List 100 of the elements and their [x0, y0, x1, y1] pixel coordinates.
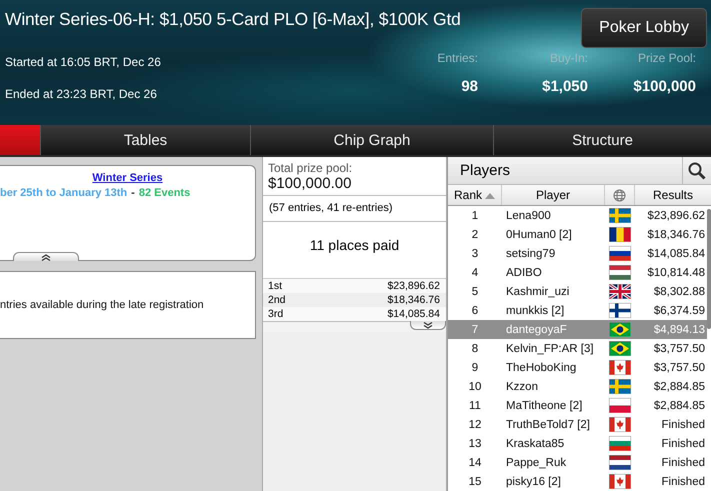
- player-row[interactable]: 9 TheHoboKing $3,757.50: [448, 358, 707, 377]
- double-caret-up-icon: [41, 254, 51, 260]
- stat-value: $1,050: [542, 78, 588, 95]
- double-caret-down-icon: [423, 322, 433, 328]
- result-cell-text: $3,757.50: [652, 342, 706, 354]
- flag-icon: [609, 379, 631, 394]
- player-row[interactable]: 12 TruthBeTold7 [2] Finished: [448, 415, 707, 434]
- player-name: munkkis [2]: [505, 304, 566, 316]
- event-count: 82 Events: [138, 187, 190, 199]
- player-name: TruthBeTold7 [2]: [505, 418, 591, 430]
- collapse-handle[interactable]: [13, 252, 79, 261]
- flag-icon: [609, 436, 631, 451]
- globe-icon: [613, 188, 626, 202]
- places-paid: 11 places paid: [308, 236, 400, 255]
- rank-cell-text: 9: [470, 362, 480, 374]
- player-row[interactable]: 8 Kelvin_FP:AR [3] $3,757.50: [448, 339, 707, 358]
- result-cell-text: $14,085.84: [646, 248, 706, 260]
- series-dates: ber 25th to January 13th: [0, 187, 128, 199]
- player-row[interactable]: 11 MaTitheone [2] $2,884.85: [448, 396, 707, 415]
- start-time: Started at 16:05 BRT, Dec 26: [5, 55, 161, 69]
- player-row[interactable]: 14 Pappe_Ruk Finished: [448, 453, 707, 472]
- tab[interactable]: Tables: [40, 125, 250, 155]
- rank-cell-text: 2: [470, 228, 480, 240]
- result-cell-text: $2,884.85: [652, 400, 706, 412]
- prize-pool-label: Total prize pool:: [268, 161, 354, 175]
- result-cell-text: Finished: [660, 418, 706, 430]
- result-cell-text: $6,374.59: [652, 304, 706, 316]
- results-column-header[interactable]: Results: [635, 185, 711, 205]
- player-name: Kashmir_uzi: [505, 286, 570, 298]
- flag-icon: [609, 303, 631, 318]
- scrollbar[interactable]: [707, 209, 711, 329]
- player-name: Pappe_Ruk: [505, 456, 568, 468]
- player-name: pisky16 [2]: [505, 476, 562, 488]
- place-label: 1st: [268, 280, 282, 292]
- flag-icon: [609, 360, 631, 375]
- result-cell-text: $3,757.50: [652, 362, 706, 374]
- player-name: dantegoyaF: [505, 324, 568, 336]
- result-cell-text: $2,884.85: [652, 380, 706, 392]
- player-row[interactable]: 6 munkkis [2] $6,374.59: [448, 301, 707, 320]
- player-name: MaTitheone [2]: [505, 400, 584, 412]
- player-name: setsing79: [505, 248, 556, 260]
- result-cell-text: $8,302.88: [652, 286, 706, 298]
- place-amount: $14,085.84: [387, 308, 440, 320]
- expand-handle[interactable]: [410, 321, 446, 330]
- place-label: 3rd: [268, 308, 284, 320]
- rank-cell-text: 1: [470, 210, 480, 222]
- flag-icon: [609, 284, 631, 299]
- rank-cell-text: 12: [468, 418, 482, 430]
- stat-label: Prize Pool:: [638, 51, 696, 65]
- sort-ascending-icon: [485, 192, 495, 198]
- series-link[interactable]: Winter Series: [92, 172, 163, 184]
- info-text: ntries available during the late registration: [0, 299, 204, 311]
- player-row[interactable]: 15 pisky16 [2] Finished: [448, 472, 707, 491]
- rank-cell-text: 7: [470, 324, 480, 336]
- flag-icon: [609, 341, 631, 356]
- search-icon: [688, 162, 706, 180]
- player-row[interactable]: 4 ADIBO $10,814.48: [448, 263, 707, 282]
- player-name: Kraskata85: [505, 438, 566, 450]
- stat-label: Entries:: [437, 51, 478, 65]
- tab[interactable]: Chip Graph: [250, 125, 493, 155]
- flag-icon: [609, 322, 631, 337]
- tab[interactable]: Structure: [493, 125, 711, 155]
- players-title: Players: [459, 162, 510, 179]
- player-row[interactable]: 3 setsing79 $14,085.84: [448, 244, 707, 263]
- place-label: 2nd: [268, 294, 286, 306]
- result-cell-text: Finished: [660, 476, 706, 488]
- end-time: Ended at 23:23 BRT, Dec 26: [5, 87, 158, 101]
- prize-pool-total: $100,000.00: [268, 175, 352, 192]
- player-column-header[interactable]: Player: [502, 185, 605, 205]
- rank-column-header[interactable]: Rank: [448, 185, 502, 205]
- player-name: 0Human0 [2]: [505, 228, 573, 240]
- rank-cell-text: 14: [468, 456, 482, 468]
- rank-cell-text: 5: [470, 286, 480, 298]
- place-amount: $18,346.76: [387, 294, 440, 306]
- result-cell-text: $23,896.62: [646, 210, 706, 222]
- rank-cell-text: 4: [470, 266, 480, 278]
- stat-value: $100,000: [633, 78, 696, 95]
- rank-cell-text: 6: [470, 304, 480, 316]
- stat-label: Buy-In:: [550, 51, 588, 65]
- player-name: ADIBO: [505, 266, 543, 278]
- flag-icon: [609, 227, 631, 242]
- player-name: Lena900: [505, 210, 552, 222]
- entries-text: (57 entries, 41 re-entries): [263, 196, 446, 222]
- player-row[interactable]: 13 Kraskata85 Finished: [448, 434, 707, 453]
- player-row[interactable]: 10 Kzzon $2,884.85: [448, 377, 707, 396]
- player-row[interactable]: 1 Lena900 $23,896.62: [448, 206, 707, 225]
- rank-cell-text: 10: [468, 380, 482, 392]
- result-cell-text: Finished: [660, 456, 706, 468]
- flag-icon: [609, 455, 631, 470]
- poker-lobby-button[interactable]: Poker Lobby: [581, 8, 707, 48]
- player-name: Kzzon: [505, 380, 539, 392]
- rank-cell-text: 8: [470, 342, 480, 354]
- result-cell-text: $4,894.13: [652, 324, 706, 336]
- flag-icon: [609, 246, 631, 261]
- flag-icon: [609, 208, 631, 223]
- place-amount: $23,896.62: [387, 280, 440, 292]
- result-cell-text: $18,346.76: [646, 228, 706, 240]
- player-row[interactable]: 5 Kashmir_uzi $8,302.88: [448, 282, 707, 301]
- player-row[interactable]: 2 0Human0 [2] $18,346.76: [448, 225, 707, 244]
- stat-value: 98: [461, 78, 478, 95]
